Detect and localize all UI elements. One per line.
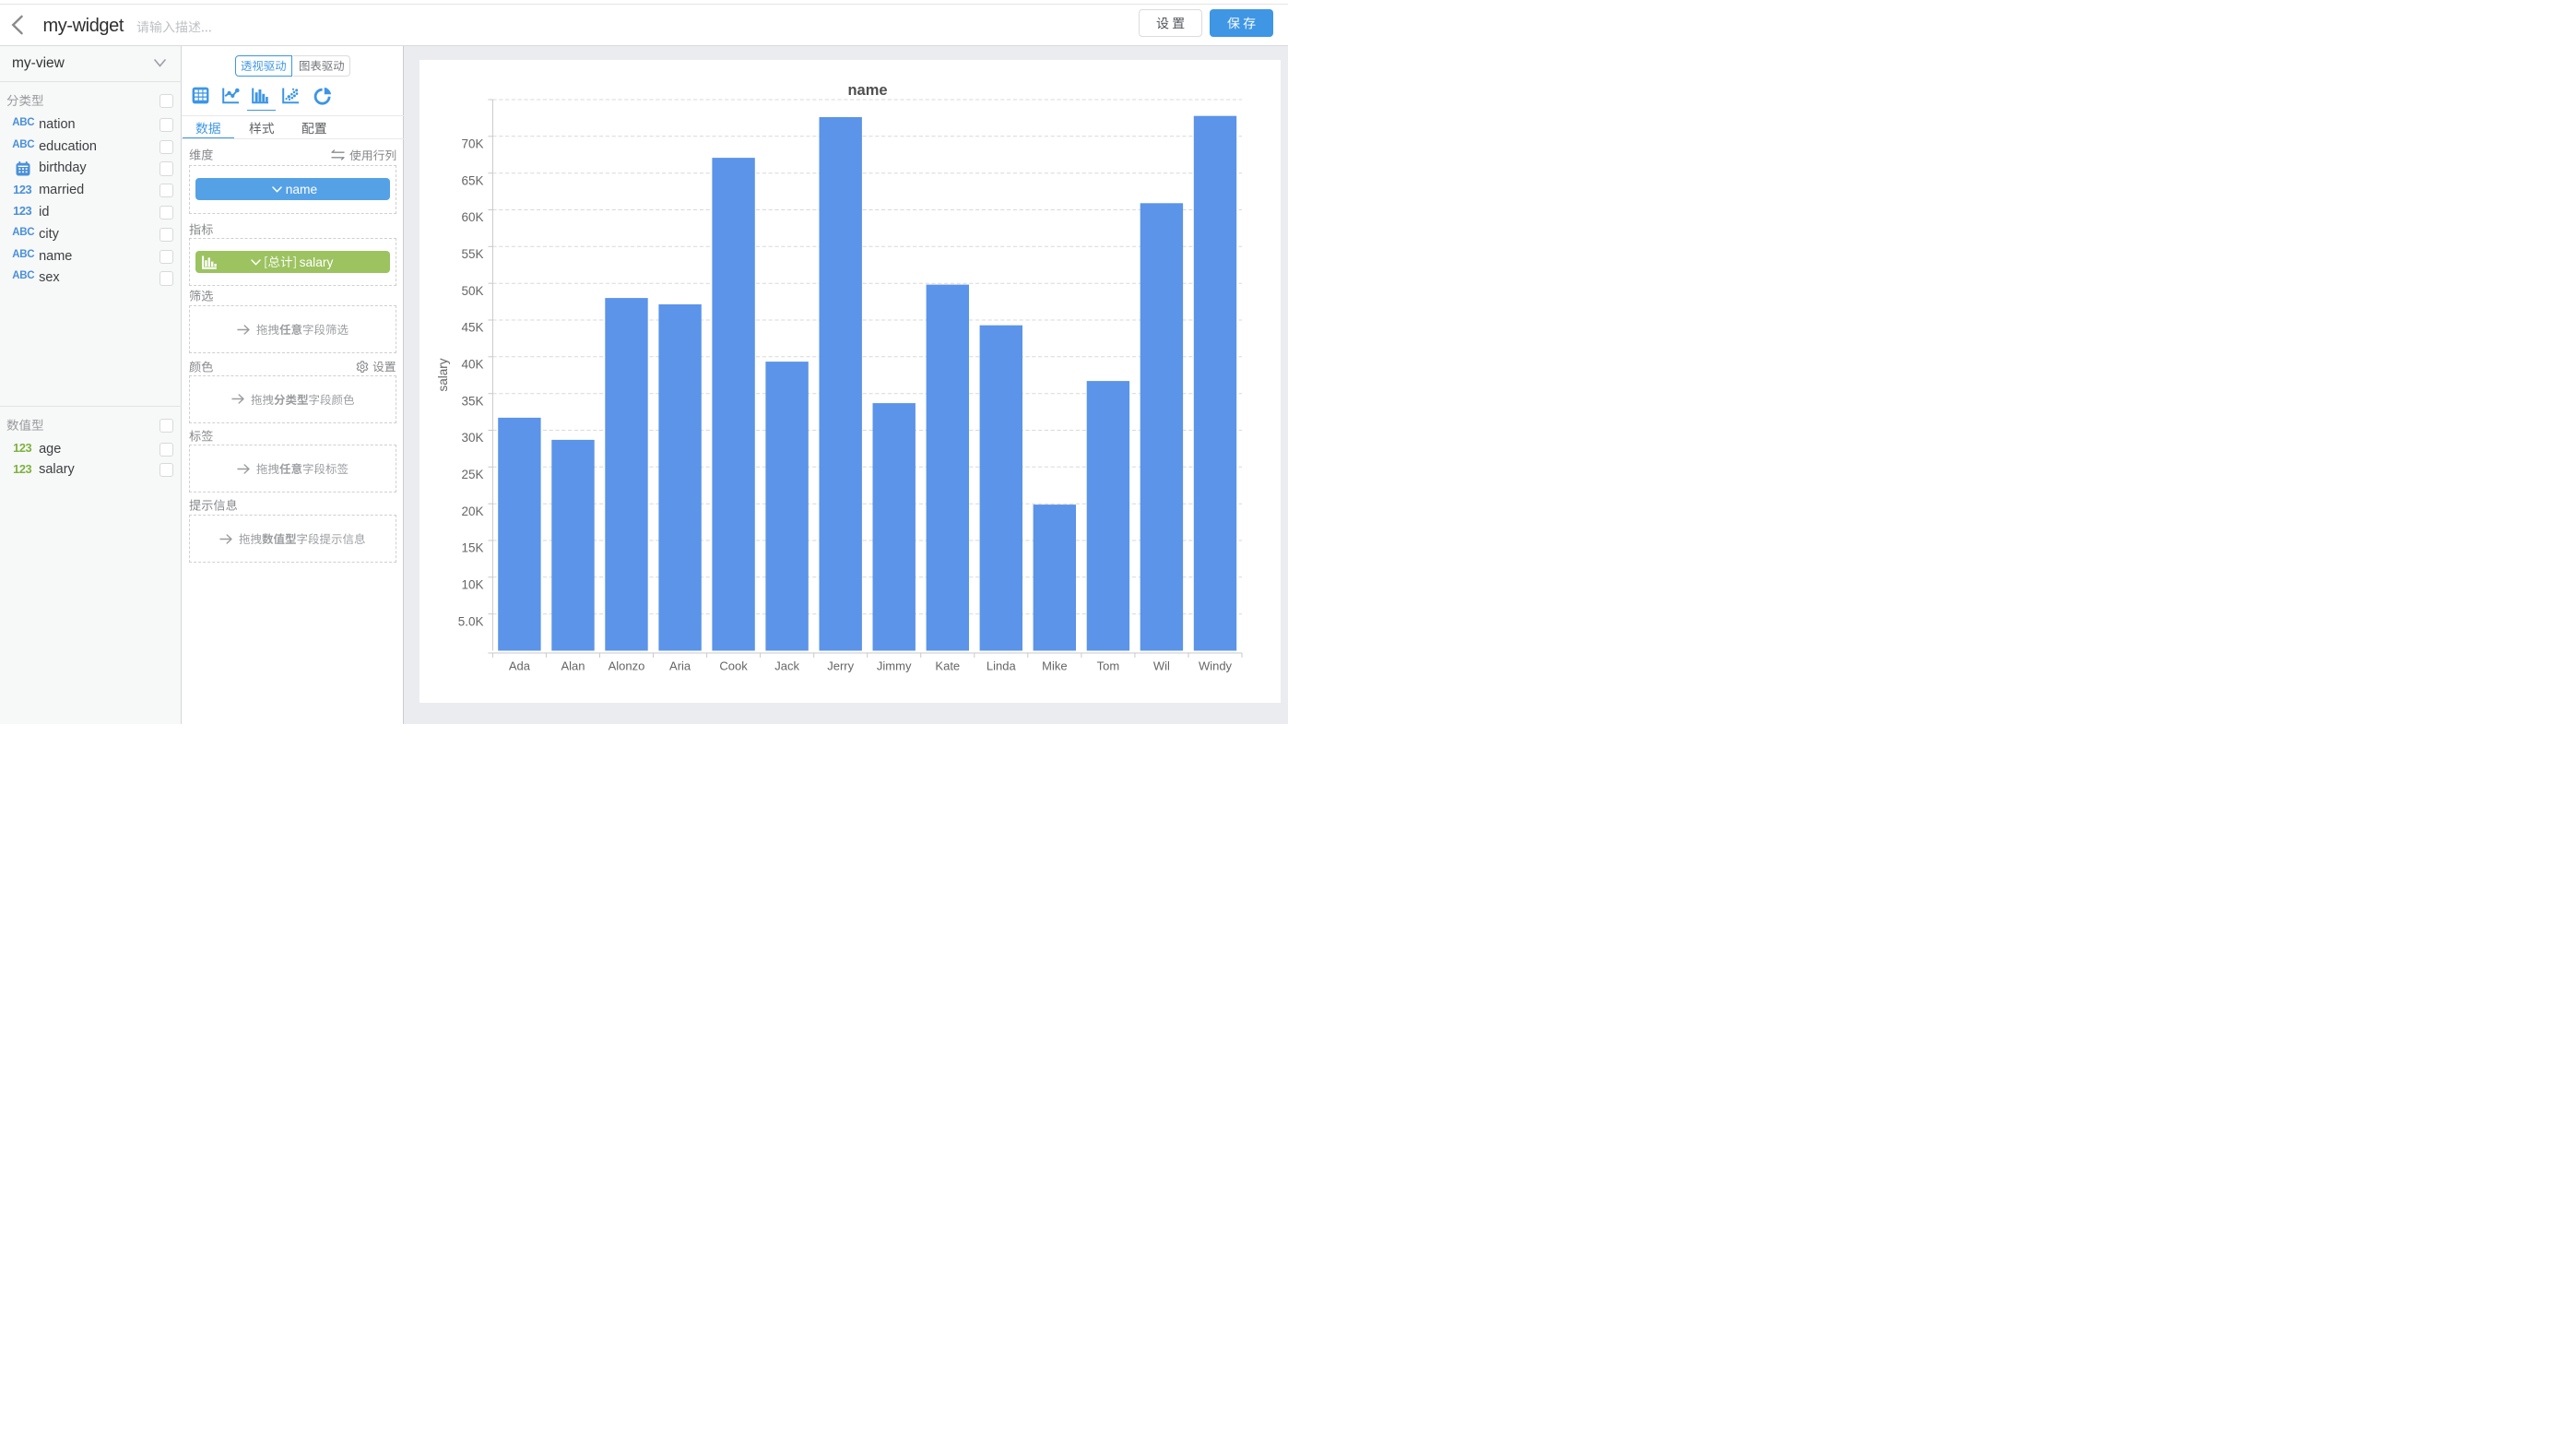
svg-text:Jack: Jack — [774, 659, 799, 672]
svg-text:15K: 15K — [461, 541, 483, 555]
svg-text:Mike: Mike — [1042, 659, 1067, 672]
svg-text:Tom: Tom — [1097, 659, 1120, 672]
svg-text:salary: salary — [436, 358, 450, 391]
svg-text:65K: 65K — [461, 173, 483, 187]
svg-text:5.0K: 5.0K — [458, 614, 484, 628]
svg-text:Ada: Ada — [509, 659, 531, 672]
svg-text:Jimmy: Jimmy — [877, 659, 912, 672]
svg-text:40K: 40K — [461, 358, 483, 372]
svg-text:60K: 60K — [461, 210, 483, 224]
svg-text:Wil: Wil — [1153, 659, 1170, 672]
svg-text:10K: 10K — [461, 578, 483, 592]
svg-text:Aria: Aria — [669, 659, 691, 672]
svg-text:50K: 50K — [461, 284, 483, 298]
svg-text:Alonzo: Alonzo — [609, 659, 645, 672]
svg-text:45K: 45K — [461, 321, 483, 335]
svg-text:Linda: Linda — [987, 659, 1017, 672]
svg-text:30K: 30K — [461, 431, 483, 445]
svg-text:Alan: Alan — [561, 659, 585, 672]
svg-text:70K: 70K — [461, 137, 483, 151]
svg-text:55K: 55K — [461, 247, 483, 261]
svg-text:Kate: Kate — [935, 659, 960, 672]
svg-text:35K: 35K — [461, 394, 483, 408]
svg-text:25K: 25K — [461, 468, 483, 481]
svg-text:Jerry: Jerry — [827, 659, 854, 672]
svg-text:Windy: Windy — [1199, 659, 1233, 672]
svg-text:Cook: Cook — [719, 659, 748, 672]
svg-text:20K: 20K — [461, 504, 483, 518]
svg-text:name: name — [847, 82, 887, 99]
